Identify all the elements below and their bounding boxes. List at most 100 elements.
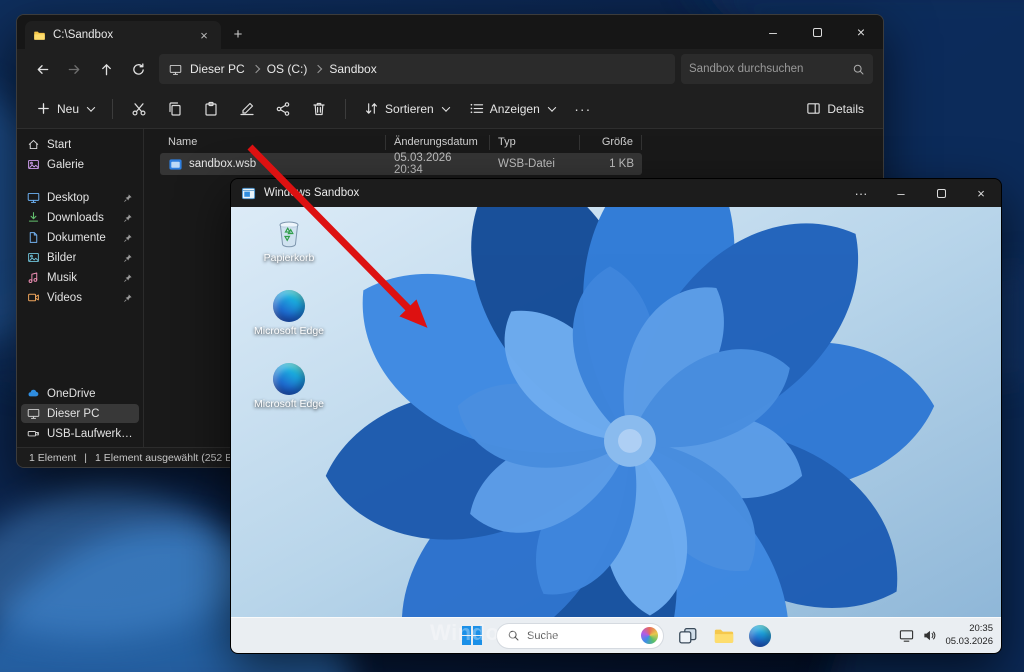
column-header-modified[interactable]: Änderungsdatum <box>386 135 490 150</box>
breadcrumb-item-os-c[interactable]: OS (C:) <box>263 62 312 76</box>
paste-button[interactable] <box>194 94 228 124</box>
close-button[interactable]: × <box>961 179 1001 207</box>
sidebar-item-galerie[interactable]: Galerie <box>21 155 139 174</box>
details-button[interactable]: Details <box>797 94 873 124</box>
file-type: WSB-Datei <box>490 153 580 175</box>
column-header-type[interactable]: Typ <box>490 135 580 150</box>
back-button[interactable] <box>27 54 57 84</box>
sidebar-item-dieser-pc[interactable]: Dieser PC <box>21 404 139 423</box>
file-explorer-button[interactable] <box>712 624 736 648</box>
file-row[interactable]: sandbox.wsb 05.03.2026 20:34 WSB-Datei 1… <box>160 153 642 175</box>
maximize-button[interactable] <box>795 15 839 49</box>
up-button[interactable] <box>91 54 121 84</box>
task-view-button[interactable] <box>676 624 700 648</box>
new-button[interactable]: Neu <box>27 94 103 124</box>
desktop-icon-label: Microsoft Edge <box>254 325 324 337</box>
file-name: sandbox.wsb <box>189 158 256 170</box>
column-header-name[interactable]: Name <box>160 135 386 150</box>
maximize-icon <box>937 189 946 198</box>
desktop-icon-papierkorb[interactable]: Papierkorb <box>245 217 333 264</box>
pin-icon <box>123 193 133 203</box>
copy-button[interactable] <box>158 94 192 124</box>
more-icon: ··· <box>574 101 591 117</box>
sort-button-label: Sortieren <box>385 102 434 116</box>
pin-icon <box>123 293 133 303</box>
sidebar-item-bilder[interactable]: Bilder <box>21 248 139 267</box>
edge-icon <box>273 290 305 322</box>
minimize-button[interactable]: – <box>881 179 921 207</box>
desktop-icon-edge-2[interactable]: Microsoft Edge <box>245 363 333 410</box>
divider <box>345 99 346 119</box>
column-header-size[interactable]: Größe <box>580 135 642 150</box>
home-icon <box>27 138 40 151</box>
more-button[interactable]: ··· <box>566 94 600 124</box>
refresh-button[interactable] <box>123 54 153 84</box>
cut-button[interactable] <box>122 94 156 124</box>
cloud-icon <box>27 387 40 400</box>
new-tab-button[interactable]: + <box>225 21 251 47</box>
usb-drive-icon <box>27 427 40 440</box>
task-view-icon <box>677 625 699 647</box>
explorer-tab[interactable]: C:\Sandbox × <box>25 21 221 49</box>
recycle-bin-icon <box>273 217 305 249</box>
details-button-label: Details <box>827 102 864 116</box>
taskbar-clock[interactable]: 20:35 05.03.2026 <box>945 623 993 648</box>
sidebar-item-onedrive[interactable]: OneDrive <box>21 384 139 403</box>
sidebar-gap <box>21 175 139 187</box>
sidebar-item-label: Musik <box>47 272 77 284</box>
breadcrumb-item-dieser-pc[interactable]: Dieser PC <box>186 62 249 76</box>
pin-icon <box>123 273 133 283</box>
close-button[interactable]: × <box>839 15 883 49</box>
sidebar-item-label: Videos <box>47 292 82 304</box>
desktop-icon-label: Papierkorb <box>264 252 315 264</box>
maximize-icon <box>813 28 822 37</box>
bloom-wallpaper <box>231 207 1001 617</box>
sidebar-item-musik[interactable]: Musik <box>21 268 139 287</box>
delete-button[interactable] <box>302 94 336 124</box>
sidebar-item-label: Downloads <box>47 212 104 224</box>
search-input[interactable] <box>689 63 846 75</box>
volume-tray-icon[interactable] <box>922 628 937 643</box>
folder-icon <box>713 625 735 647</box>
sidebar-item-usb-laufwerk[interactable]: USB-Laufwerk (E:) <box>21 424 139 443</box>
chevron-right-icon <box>251 65 259 73</box>
sidebar-item-start[interactable]: Start <box>21 135 139 154</box>
file-modified: 05.03.2026 20:34 <box>386 153 490 175</box>
search-box <box>681 54 873 84</box>
sidebar-item-downloads[interactable]: Downloads <box>21 208 139 227</box>
edge-icon <box>749 625 771 647</box>
tab-close-icon[interactable]: × <box>195 26 213 44</box>
system-tray: 20:35 05.03.2026 <box>899 618 993 653</box>
desktop-icons: Papierkorb Microsoft Edge Microsoft Edge <box>245 217 333 410</box>
desktop-icon-edge-1[interactable]: Microsoft Edge <box>245 290 333 337</box>
sidebar-item-label: USB-Laufwerk (E:) <box>47 428 133 440</box>
sidebar-item-dokumente[interactable]: Dokumente <box>21 228 139 247</box>
more-button[interactable]: ··· <box>841 179 881 207</box>
music-icon <box>27 271 40 284</box>
maximize-button[interactable] <box>921 179 961 207</box>
sidebar-item-desktop[interactable]: Desktop <box>21 188 139 207</box>
sandbox-app-icon <box>241 186 256 201</box>
minimize-button[interactable]: – <box>751 15 795 49</box>
view-button[interactable]: Anzeigen <box>460 94 564 124</box>
forward-button[interactable] <box>59 54 89 84</box>
navigation-pane: Start Galerie Desktop Downloads Dokument… <box>17 129 143 447</box>
rename-button[interactable] <box>230 94 264 124</box>
chevron-down-icon <box>548 103 556 111</box>
display-tray-icon[interactable] <box>899 628 914 643</box>
breadcrumb[interactable]: Dieser PC OS (C:) Sandbox <box>159 54 675 84</box>
sidebar-item-label: OneDrive <box>47 388 96 400</box>
chevron-down-icon <box>87 103 95 111</box>
sidebar-item-videos[interactable]: Videos <box>21 288 139 307</box>
pin-icon <box>123 253 133 263</box>
sort-button[interactable]: Sortieren <box>355 94 458 124</box>
breadcrumb-item-sandbox[interactable]: Sandbox <box>325 62 380 76</box>
desktop-icon <box>27 191 40 204</box>
sandbox-title-bar[interactable]: Windows Sandbox ··· – × <box>231 179 1001 207</box>
videos-icon <box>27 291 40 304</box>
command-bar: Neu Sortieren Anzeigen <box>17 89 883 129</box>
tab-title: C:\Sandbox <box>53 29 113 41</box>
column-headers: Name Änderungsdatum Typ Größe <box>160 131 883 153</box>
share-button[interactable] <box>266 94 300 124</box>
edge-taskbar-button[interactable] <box>748 624 772 648</box>
